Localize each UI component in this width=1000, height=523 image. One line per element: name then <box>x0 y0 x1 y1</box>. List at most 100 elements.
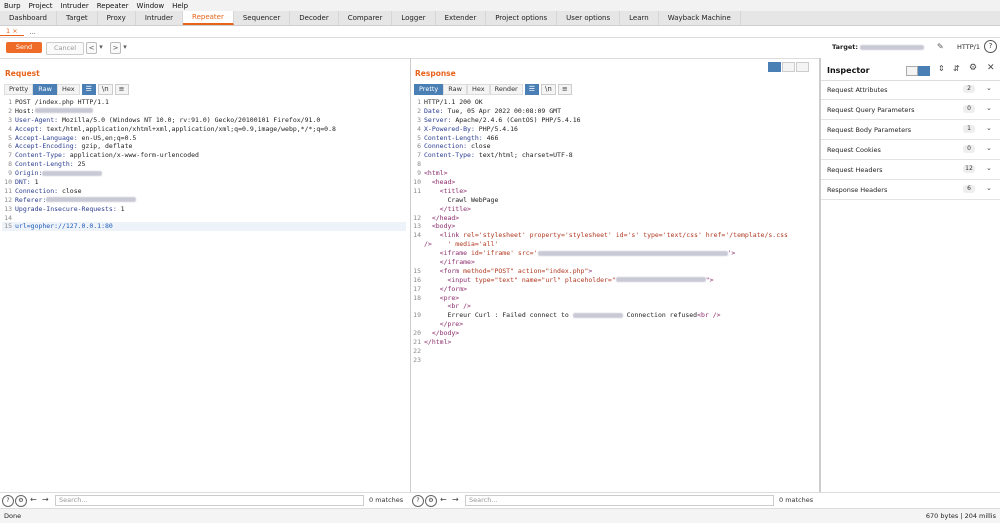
menu-repeater[interactable]: Repeater <box>93 2 133 10</box>
chevron-down-icon[interactable]: ⌄ <box>986 164 992 172</box>
inspector-layout-left-icon[interactable] <box>906 66 918 76</box>
menu-help[interactable]: Help <box>168 2 192 10</box>
cancel-button[interactable]: Cancel <box>46 42 84 55</box>
code-line: <iframe id='iframe' src=' '> <box>411 249 815 258</box>
request-view-hex[interactable]: Hex <box>56 84 80 95</box>
inspector-row-label: Response Headers <box>827 186 888 194</box>
protocol-label[interactable]: HTTP/1 <box>957 43 980 51</box>
code-line: 3 User-Agent: Mozilla/5.0 (Windows NT 10.… <box>2 116 406 125</box>
tab-repeater[interactable]: Repeater <box>183 11 234 25</box>
code-line: 7 Content-Type: text/html; charset=UTF-8 <box>411 151 815 160</box>
line-content: DNT: 1 <box>15 178 38 187</box>
tab-dashboard[interactable]: Dashboard <box>0 11 57 25</box>
line-number: 6 <box>417 142 421 151</box>
hamburger-menu-icon[interactable]: ≡ <box>114 84 129 95</box>
code-line: 4 X-Powered-By: PHP/5.4.16 <box>411 125 815 134</box>
edit-target-icon[interactable]: ✎ <box>937 42 944 51</box>
line-number: 7 <box>417 151 421 160</box>
collapse-all-icon[interactable]: ⇵ <box>953 64 960 73</box>
inspector-row-request-headers[interactable]: Request Headers 12 ⌄ <box>821 160 1000 180</box>
help-icon[interactable]: ? <box>2 495 14 507</box>
help-icon[interactable]: ? <box>412 495 424 507</box>
chevron-down-icon[interactable]: ⌄ <box>986 84 992 92</box>
tab-wayback-machine[interactable]: Wayback Machine <box>659 11 741 25</box>
tab-sequencer[interactable]: Sequencer <box>234 11 291 25</box>
inspector-row-request-cookies[interactable]: Request Cookies 0 ⌄ <box>821 140 1000 160</box>
code-line: 6 Accept-Encoding: gzip, deflate <box>2 142 406 151</box>
code-line: 11 <title> <box>411 187 815 196</box>
menu-window[interactable]: Window <box>133 2 169 10</box>
inspector-row-request-attributes[interactable]: Request Attributes 2 ⌄ <box>821 80 1000 100</box>
inspector-row-count: 2 <box>963 85 975 93</box>
repeater-tab-new[interactable]: ... <box>24 28 42 36</box>
response-view-raw[interactable]: Raw <box>443 84 467 95</box>
line-number: 4 <box>8 124 12 133</box>
line-content: Accept-Encoding: gzip, deflate <box>15 142 132 151</box>
tab-extender[interactable]: Extender <box>436 11 487 25</box>
response-view-pretty[interactable]: Pretty <box>414 84 444 95</box>
line-number: 10 <box>413 178 421 187</box>
chevron-down-icon[interactable]: ⌄ <box>986 144 992 152</box>
settings-gear-icon[interactable]: ⚙ <box>425 495 437 507</box>
response-view-render[interactable]: Render <box>489 84 523 95</box>
line-content: Accept-Language: en-US,en;q=0.5 <box>15 134 136 143</box>
inspector-row-request-query-parameters[interactable]: Request Query Parameters 0 ⌄ <box>821 100 1000 120</box>
inspector-layout-right-icon[interactable] <box>918 66 930 76</box>
previous-match-icon[interactable]: ← <box>440 495 447 504</box>
search-bar-row: ? ⚙ ← → Search... 0 matches ? ⚙ ← → Sear… <box>0 492 1000 507</box>
menu-burp[interactable]: Burp <box>0 2 25 10</box>
forward-button[interactable]: > <box>110 42 121 54</box>
expand-all-icon[interactable]: ⇕ <box>938 64 945 73</box>
request-view-pretty[interactable]: Pretty <box>4 84 34 95</box>
actions-menu-icon[interactable]: ☰ <box>81 84 96 95</box>
tab-decoder[interactable]: Decoder <box>290 11 339 25</box>
line-text: Erreur Curl : Failed connect to <box>424 311 573 320</box>
forward-menu-icon[interactable]: ▾ <box>121 42 129 52</box>
layout-tabs-icon[interactable] <box>796 62 809 72</box>
request-editor[interactable]: 1 POST /index.php HTTP/1.1 2 Host: 3 User-Age… <box>2 98 406 232</box>
repeater-tab-1[interactable]: 1 × <box>0 27 24 36</box>
request-title: Request <box>5 69 40 78</box>
next-match-icon[interactable]: → <box>452 495 459 504</box>
tab-intruder[interactable]: Intruder <box>136 11 184 25</box>
tab-logger[interactable]: Logger <box>392 11 436 25</box>
inspector-row-response-headers[interactable]: Response Headers 6 ⌄ <box>821 180 1000 200</box>
menu-intruder[interactable]: Intruder <box>57 2 93 10</box>
settings-gear-icon[interactable]: ⚙ <box>969 63 977 73</box>
tab-target[interactable]: Target <box>57 11 98 25</box>
code-line: 16 <input type="text" name="url" placeho… <box>411 276 815 285</box>
send-button[interactable]: Send <box>6 42 42 53</box>
tab-learn[interactable]: Learn <box>620 11 659 25</box>
tab-user-options[interactable]: User options <box>557 11 621 25</box>
back-menu-icon[interactable]: ▾ <box>97 42 105 52</box>
tab-proxy[interactable]: Proxy <box>98 11 136 25</box>
menu-project[interactable]: Project <box>25 2 57 10</box>
newline-toggle-icon[interactable]: \n <box>97 84 113 95</box>
line-content: </form> <box>424 285 467 294</box>
layout-top-bottom-icon[interactable] <box>782 62 795 72</box>
back-button[interactable]: < <box>86 42 97 54</box>
html-tag: <form <box>424 266 464 275</box>
settings-gear-icon[interactable]: ⚙ <box>15 495 27 507</box>
actions-menu-icon[interactable]: ☰ <box>524 84 540 95</box>
tab-comparer[interactable]: Comparer <box>339 11 393 25</box>
response-view-hex[interactable]: Hex <box>466 84 490 95</box>
next-match-icon[interactable]: → <box>42 495 49 504</box>
request-search-input[interactable]: Search... <box>55 495 364 506</box>
target-display[interactable]: Target: <box>832 43 925 51</box>
request-view-raw[interactable]: Raw <box>33 84 57 95</box>
newline-toggle-icon[interactable]: \n <box>541 84 556 95</box>
chevron-down-icon[interactable]: ⌄ <box>986 184 992 192</box>
header-value: 1 <box>30 178 39 187</box>
tab-project-options[interactable]: Project options <box>486 11 558 25</box>
response-editor[interactable]: 1 HTTP/1.1 200 OK 2 Date: Tue, 05 Apr 2022 … <box>411 98 815 365</box>
hamburger-menu-icon[interactable]: ≡ <box>557 84 572 95</box>
layout-side-by-side-icon[interactable] <box>768 62 781 72</box>
previous-match-icon[interactable]: ← <box>30 495 37 504</box>
response-search-input[interactable]: Search... <box>465 495 774 506</box>
close-icon[interactable]: ✕ <box>987 63 995 73</box>
chevron-down-icon[interactable]: ⌄ <box>986 124 992 132</box>
chevron-down-icon[interactable]: ⌄ <box>986 104 992 112</box>
inspector-row-request-body-parameters[interactable]: Request Body Parameters 1 ⌄ <box>821 120 1000 140</box>
help-icon[interactable]: ? <box>984 40 997 53</box>
